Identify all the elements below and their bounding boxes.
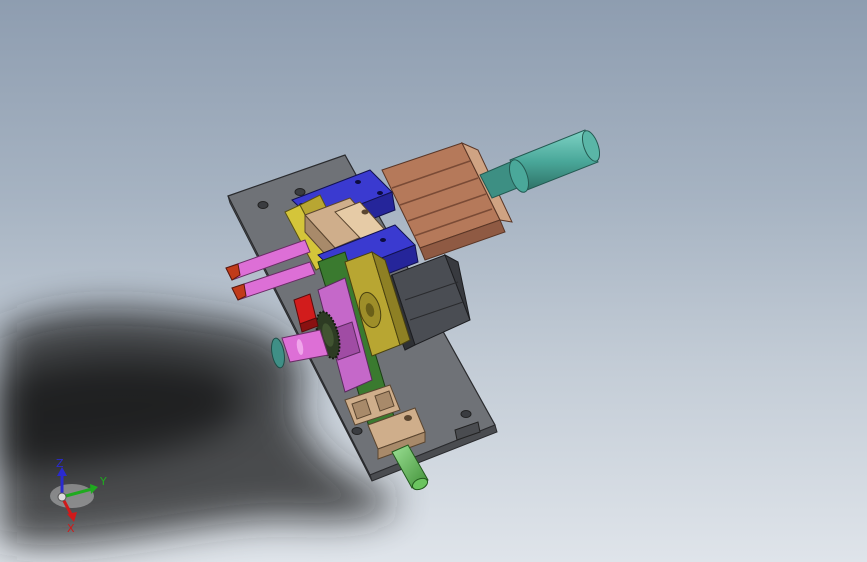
- base-hole: [351, 427, 363, 435]
- base-hole: [460, 410, 472, 418]
- screw-icon: [361, 209, 369, 215]
- cylinder-rod[interactable]: [479, 129, 603, 199]
- z-axis-label: Z: [56, 457, 64, 470]
- base-hole: [294, 188, 306, 196]
- cad-scene[interactable]: Z Y X: [0, 0, 867, 562]
- triad-backdrop: [50, 484, 94, 508]
- cad-viewport[interactable]: Z Y X: [0, 0, 867, 562]
- screw-icon: [377, 191, 383, 195]
- screw-icon: [404, 415, 412, 421]
- y-axis-label: Y: [99, 475, 107, 488]
- screw-icon: [355, 180, 361, 184]
- triad-origin: [57, 492, 67, 502]
- base-hole: [257, 201, 269, 209]
- x-axis-label: X: [67, 522, 75, 535]
- screw-icon: [380, 238, 386, 242]
